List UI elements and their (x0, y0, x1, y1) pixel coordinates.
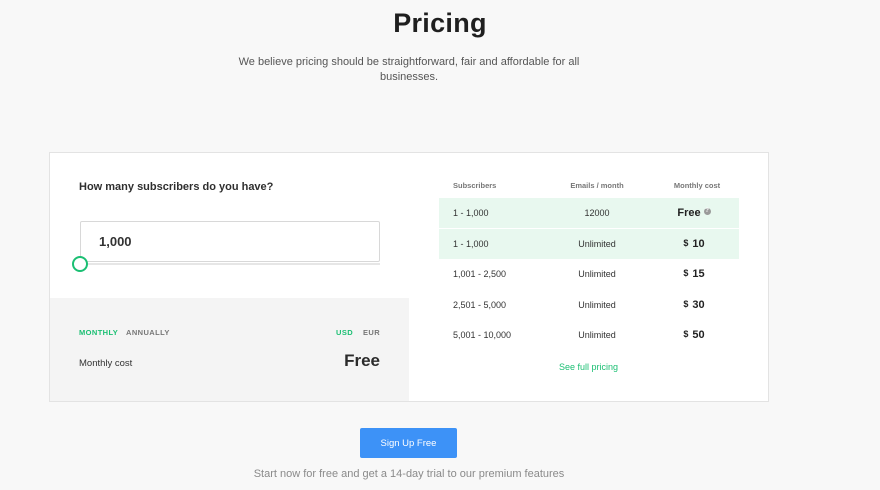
row-price-cell: $10 (667, 229, 721, 259)
row-price-cell: $15 (667, 259, 721, 289)
header-monthly-cost: Monthly cost (673, 181, 721, 190)
currency-usd-toggle[interactable]: USD (336, 328, 353, 337)
row-subscribers: 1,001 - 2,500 (453, 269, 507, 279)
row-emails: 12000 (584, 208, 610, 218)
row-emails: Unlimited (578, 300, 616, 310)
see-full-pricing-link[interactable]: See full pricing (409, 362, 768, 372)
page-subtitle: We believe pricing should be straightfor… (238, 56, 580, 83)
currency-symbol: $ (683, 299, 689, 309)
pricing-card: How many subscribers do you have? MONTHL… (49, 152, 769, 402)
help-icon[interactable]: ? (703, 208, 711, 215)
header-subscribers: Subscribers (453, 181, 497, 190)
pricing-row: 1 - 1,000 12000 Free? (439, 198, 739, 228)
row-subscribers: 1 - 1,000 (453, 208, 489, 218)
billing-annually-toggle[interactable]: ANNUALLY (126, 328, 170, 337)
currency-eur-toggle[interactable]: EUR (363, 328, 380, 337)
pricing-table-panel: Subscribers Emails / month Monthly cost … (409, 153, 768, 401)
subscribers-input[interactable] (80, 221, 380, 262)
currency-symbol: $ (683, 268, 689, 278)
trial-note: Start now for free and get a 14-day tria… (253, 468, 565, 480)
row-price: Free (677, 207, 701, 219)
monthly-cost-label: Monthly cost (79, 358, 133, 369)
page-title: Pricing (393, 8, 487, 38)
row-subscribers: 1 - 1,000 (453, 239, 489, 249)
row-price-cell: $30 (667, 290, 721, 320)
row-price-cell: $50 (667, 320, 721, 350)
monthly-cost-value: Free (344, 351, 380, 370)
pricing-row: 2,501 - 5,000 Unlimited $30 (439, 290, 739, 320)
billing-monthly-toggle[interactable]: MONTHLY (79, 328, 118, 337)
header-emails: Emails / month (570, 181, 624, 190)
currency-symbol: $ (683, 329, 689, 339)
row-subscribers: 2,501 - 5,000 (453, 300, 507, 310)
calculator-top: How many subscribers do you have? (50, 153, 409, 298)
row-subscribers: 5,001 - 10,000 (453, 330, 512, 340)
row-emails: Unlimited (578, 239, 616, 249)
row-emails: Unlimited (578, 269, 616, 279)
row-price: 30 (692, 299, 705, 311)
subscribers-question: How many subscribers do you have? (79, 181, 274, 193)
currency-symbol: $ (683, 238, 689, 248)
row-price: 10 (692, 238, 705, 250)
subscribers-slider-handle[interactable] (72, 256, 88, 272)
sign-up-free-button[interactable]: Sign Up Free (360, 428, 457, 458)
pricing-row: 1 - 1,000 Unlimited $10 (439, 229, 739, 259)
row-price-cell: Free? (667, 198, 721, 228)
calculator-panel: How many subscribers do you have? MONTHL… (50, 153, 409, 401)
pricing-row: 1,001 - 2,500 Unlimited $15 (439, 259, 739, 289)
row-price: 50 (692, 329, 705, 341)
pricing-row: 5,001 - 10,000 Unlimited $50 (439, 320, 739, 350)
row-price: 15 (692, 268, 705, 280)
row-emails: Unlimited (578, 330, 616, 340)
calculator-bottom: MONTHLY ANNUALLY USD EUR Monthly cost Fr… (50, 298, 409, 401)
subscribers-slider-track[interactable] (80, 263, 380, 265)
